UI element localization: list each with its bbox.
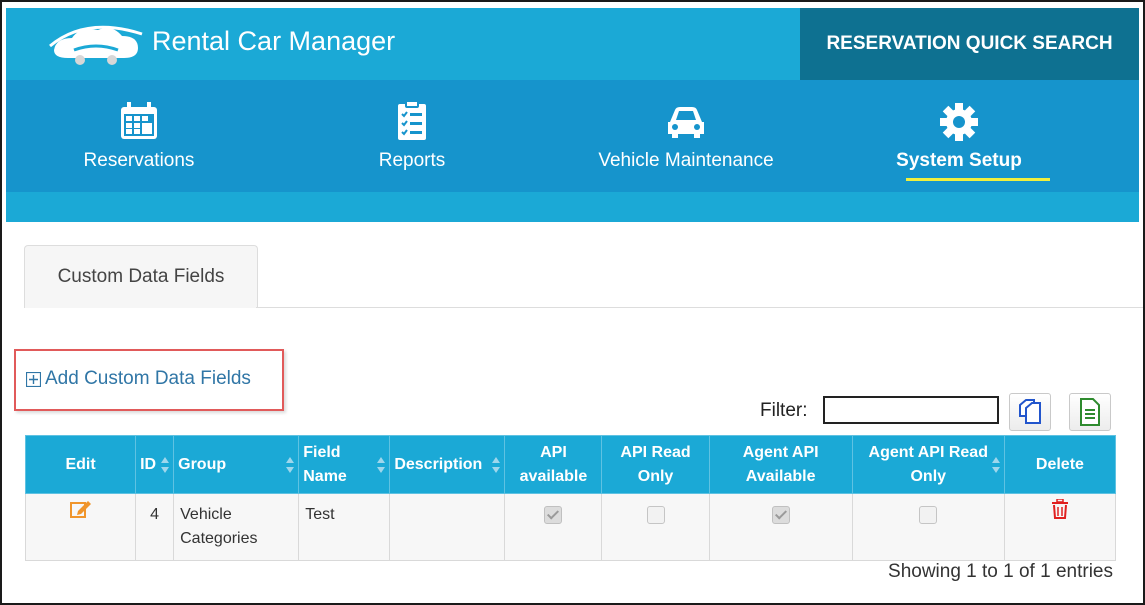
agent-api-available-cell [708, 493, 853, 561]
column-header-description[interactable]: Description [389, 435, 506, 494]
field-name-cell: Test [298, 493, 391, 561]
api-available-cell [504, 493, 603, 561]
agent-api-read-only-checkbox[interactable] [919, 506, 938, 524]
table-header-row: Edit ID Group Field Name Description API… [24, 435, 1117, 494]
cloud-car-logo-icon [49, 25, 143, 65]
column-header-agent-api-available: Agent API Available [708, 435, 853, 494]
edit-cell [24, 493, 137, 561]
column-header-api-available: API available [504, 435, 603, 494]
add-custom-data-fields-link[interactable]: Add Custom Data Fields [26, 368, 251, 390]
column-header-group[interactable]: Group [173, 435, 300, 494]
trash-icon[interactable] [1051, 498, 1069, 519]
column-header-id[interactable]: ID [135, 435, 175, 494]
table-info: Showing 1 to 1 of 1 entries [888, 561, 1113, 582]
car-icon [668, 107, 704, 138]
filter-input[interactable] [823, 396, 999, 424]
nav-strip [6, 192, 1139, 222]
nav-item-reservations[interactable]: Reservations [19, 92, 259, 188]
add-custom-data-fields-label: Add Custom Data Fields [45, 368, 251, 389]
sort-icon [991, 456, 1000, 473]
sort-icon [286, 456, 295, 473]
nav-item-vehicle-maintenance[interactable]: Vehicle Maintenance [566, 92, 806, 188]
api-read-only-cell [601, 493, 710, 561]
nav-item-reports[interactable]: Reports [292, 92, 532, 188]
app-title: Rental Car Manager [152, 26, 396, 56]
copy-icon [1019, 399, 1041, 424]
sort-icon [377, 456, 386, 473]
group-cell: Vehicle Categories [173, 493, 300, 561]
column-header-edit: Edit [24, 435, 137, 494]
calendar-icon [121, 102, 157, 139]
api-read-only-checkbox[interactable] [646, 506, 665, 524]
nav-item-system-setup[interactable]: System Setup [839, 92, 1079, 188]
plus-square-icon [26, 371, 41, 387]
column-header-delete: Delete [1003, 435, 1117, 494]
description-cell [389, 493, 506, 561]
edit-icon[interactable] [69, 499, 92, 519]
nav-label-reservations: Reservations [83, 150, 195, 171]
table-row: 4 Vehicle Categories Test [24, 493, 1117, 561]
tab-custom-data-fields[interactable]: Custom Data Fields [24, 245, 258, 308]
agent-api-read-only-cell [851, 493, 1005, 561]
column-header-api-read-only: API Read Only [601, 435, 710, 494]
tab-divider [256, 307, 1143, 308]
filter-label: Filter: [760, 400, 808, 421]
nav-label-reports: Reports [378, 150, 446, 171]
column-header-agent-api-read-only[interactable]: Agent API Read Only [851, 435, 1005, 494]
api-available-checkbox[interactable] [544, 506, 563, 524]
sort-icon [161, 456, 170, 473]
nav-label-system-setup: System Setup [896, 150, 1022, 171]
clipboard-icon [398, 100, 426, 140]
export-button[interactable] [1069, 393, 1111, 431]
id-cell: 4 [135, 493, 175, 561]
export-document-icon [1080, 398, 1100, 426]
app-window: Rental Car Manager RESERVATION QUICK SEA… [0, 0, 1145, 605]
active-nav-underline [906, 178, 1050, 181]
nav-label-vehicle-maintenance: Vehicle Maintenance [598, 150, 774, 171]
header-bar: Rental Car Manager RESERVATION QUICK SEA… [6, 8, 1139, 80]
column-header-field-name[interactable]: Field Name [298, 435, 391, 494]
reservation-quick-search-button[interactable]: RESERVATION QUICK SEARCH [800, 8, 1139, 80]
delete-cell [1003, 493, 1117, 561]
agent-api-available-checkbox[interactable] [771, 506, 790, 524]
sort-icon [492, 456, 501, 473]
main-nav: Reservations Reports Vehicle Maintenance… [6, 80, 1139, 222]
gear-icon [940, 103, 978, 141]
custom-data-fields-table: Edit ID Group Field Name Description API… [24, 435, 1117, 561]
copy-button[interactable] [1009, 393, 1051, 431]
